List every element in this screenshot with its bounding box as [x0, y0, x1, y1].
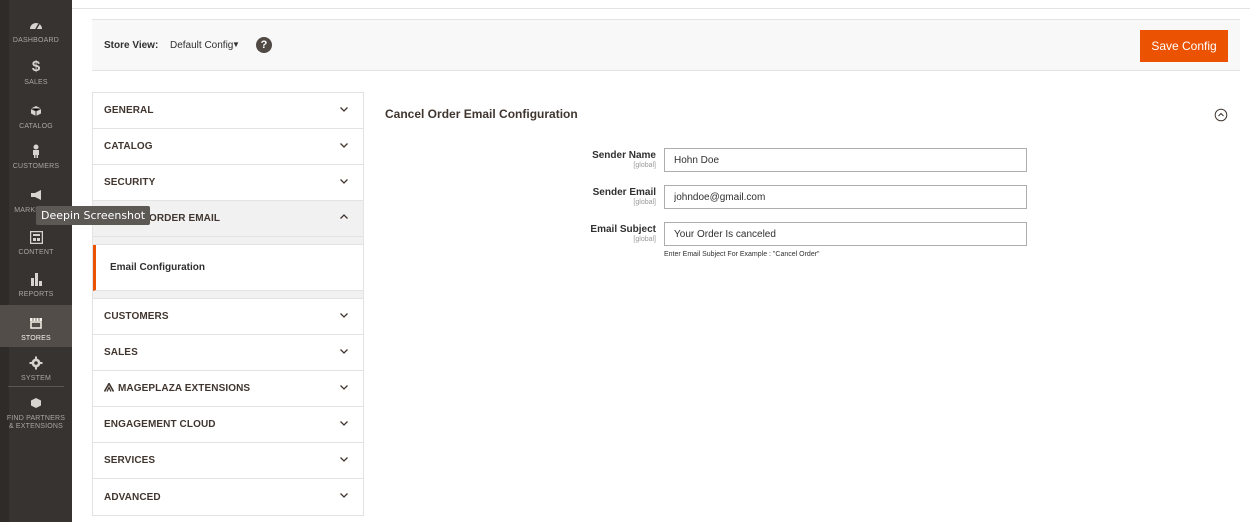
tab-sales[interactable]: SALES [93, 335, 363, 371]
mageplaza-logo-icon [103, 381, 115, 395]
email-subject-label: Email Subject [590, 224, 656, 235]
sender-name-scope: [global] [633, 162, 656, 169]
nav-catalog[interactable]: CATALOG [0, 102, 72, 131]
collapse-section-icon[interactable] [1214, 108, 1228, 122]
nav-dashboard[interactable]: DASHBOARD [0, 16, 72, 45]
store-view-label: Store View: [104, 40, 159, 51]
nav-customers[interactable]: CUSTOMERS [0, 142, 72, 171]
chevron-down-icon [340, 143, 348, 148]
store-view-bar: Store View: Default Config ▼ ? Save Conf… [92, 19, 1240, 71]
gear-icon [29, 354, 43, 372]
bar-chart-icon [30, 270, 43, 288]
chevron-down-icon [340, 457, 348, 462]
nav-divider [8, 386, 64, 387]
nav-find-partners[interactable]: FIND PARTNERS & EXTENSIONS [0, 394, 72, 431]
chevron-down-icon [340, 179, 348, 184]
email-subject-note: Enter Email Subject For Example : "Cance… [664, 251, 820, 258]
chevron-down-icon [340, 421, 348, 426]
tab-services[interactable]: SERVICES [93, 443, 363, 479]
subtab-spacer [93, 291, 363, 299]
partners-icon [30, 394, 42, 412]
chevron-down-icon [340, 313, 348, 318]
email-subject-input[interactable] [664, 222, 1027, 246]
chevron-down-icon [340, 349, 348, 354]
chevron-down-icon [340, 385, 348, 390]
sender-email-input[interactable] [664, 185, 1027, 209]
nav-sales[interactable]: $ SALES [0, 58, 72, 87]
nav-reports[interactable]: REPORTS [0, 270, 72, 299]
nav-stores[interactable]: STORES [0, 305, 72, 347]
tab-customers[interactable]: CUSTOMERS [93, 299, 363, 335]
tab-catalog[interactable]: CATALOG [93, 129, 363, 165]
store-icon [29, 314, 43, 332]
dashboard-icon [29, 16, 43, 34]
tab-advanced[interactable]: ADVANCED [93, 479, 363, 515]
chevron-down-icon [340, 493, 348, 498]
cube-icon [30, 102, 42, 120]
tab-general[interactable]: GENERAL [93, 93, 363, 129]
megaphone-icon [29, 186, 43, 204]
store-view-switcher[interactable]: Default Config [170, 40, 233, 51]
header-divider [72, 8, 1250, 9]
subtab-email-configuration[interactable]: Email Configuration [93, 245, 363, 291]
email-subject-scope: [global] [633, 236, 656, 243]
person-icon [31, 142, 41, 160]
tab-security[interactable]: SECURITY [93, 165, 363, 201]
chevron-down-icon [340, 107, 348, 112]
sender-name-input[interactable] [664, 148, 1027, 172]
tab-mageplaza-extensions[interactable]: MAGEPLAZA EXTENSIONS [93, 371, 363, 407]
config-tabs: GENERAL CATALOG SECURITY CANCEL ORDER EM… [92, 92, 364, 516]
sender-email-label: Sender Email [592, 187, 656, 198]
chevron-up-icon [340, 214, 348, 219]
dollar-icon: $ [31, 58, 41, 75]
sender-name-label: Sender Name [592, 150, 656, 161]
section-title[interactable]: Cancel Order Email Configuration [385, 107, 578, 121]
screenshot-tooltip: Deepin Screenshot [36, 206, 151, 225]
subtab-spacer [93, 237, 363, 245]
layout-icon [29, 228, 43, 246]
tab-engagement-cloud[interactable]: ENGAGEMENT CLOUD [93, 407, 363, 443]
nav-content[interactable]: CONTENT [0, 228, 72, 257]
help-icon[interactable]: ? [256, 37, 272, 53]
nav-system[interactable]: SYSTEM [0, 354, 72, 383]
admin-sidebar: DASHBOARD $ SALES CATALOG CUSTOMERS MARK… [0, 0, 72, 522]
save-config-button[interactable]: Save Config [1140, 30, 1228, 62]
caret-down-icon[interactable]: ▼ [232, 40, 240, 49]
sender-email-scope: [global] [633, 199, 656, 206]
